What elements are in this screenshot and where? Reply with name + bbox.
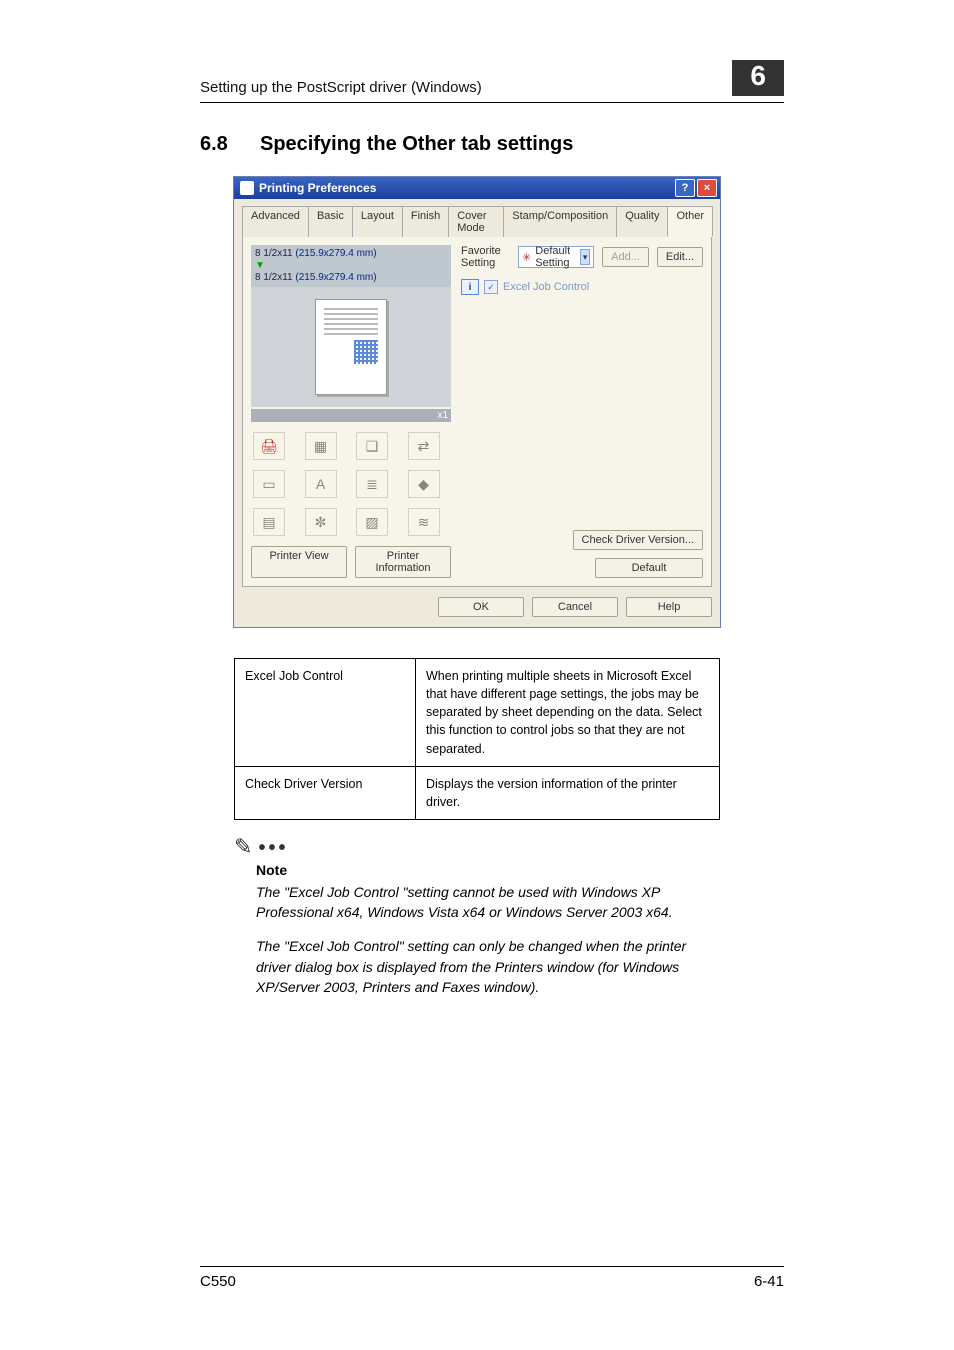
section-title-text: Specifying the Other tab settings bbox=[260, 133, 573, 155]
cancel-button[interactable]: Cancel bbox=[532, 597, 618, 617]
excel-job-control-checkbox[interactable]: ✓ bbox=[484, 280, 498, 294]
printing-preferences-dialog: Printing Preferences ? × Advanced Basic … bbox=[233, 176, 721, 628]
page-preview bbox=[251, 287, 451, 407]
options-column: Favorite Setting ✳ Default Setting ▾ Add… bbox=[461, 245, 703, 578]
settings-description-table: Excel Job Control When printing multiple… bbox=[234, 658, 720, 820]
chevron-down-icon: ▾ bbox=[580, 249, 590, 265]
note-block: ✎ ••• Note The "Excel Job Control "setti… bbox=[234, 834, 720, 997]
info-icon[interactable]: i bbox=[461, 279, 479, 295]
note-paragraph: The "Excel Job Control" setting can only… bbox=[256, 936, 720, 997]
paper-thumbnail bbox=[315, 299, 387, 395]
ok-button[interactable]: OK bbox=[438, 597, 524, 617]
section-heading: 6.8Specifying the Other tab settings bbox=[0, 133, 954, 156]
app-icon bbox=[240, 181, 254, 195]
note-label: Note bbox=[256, 862, 720, 878]
pages-icon: ❏ bbox=[356, 432, 388, 460]
table-row: Excel Job Control When printing multiple… bbox=[235, 659, 720, 767]
tab-layout[interactable]: Layout bbox=[352, 206, 403, 237]
tab-other[interactable]: Other bbox=[667, 206, 713, 237]
footer-page-number: 6-41 bbox=[754, 1273, 784, 1290]
favorite-setting-label: Favorite Setting bbox=[461, 245, 510, 269]
duplex-icon: ⇄ bbox=[408, 432, 440, 460]
titlebar-help-button[interactable]: ? bbox=[675, 179, 695, 197]
titlebar-close-button[interactable]: × bbox=[697, 179, 717, 197]
note-dots-icon: ••• bbox=[258, 837, 288, 860]
zoom-indicator: x1 bbox=[251, 409, 451, 422]
footer-model: C550 bbox=[200, 1273, 236, 1290]
cell-setting-desc: Displays the version information of the … bbox=[416, 766, 720, 819]
feature-icon-grid: 🖨 ▦ ❏ ⇄ ▭ A ≣ ◆ ▤ ✼ ▨ ≋ bbox=[251, 430, 451, 538]
layout-icon: ▦ bbox=[305, 432, 337, 460]
tab-basic[interactable]: Basic bbox=[308, 206, 353, 237]
gear-icon: ✳ bbox=[522, 251, 531, 264]
stack-icon: ≣ bbox=[356, 470, 388, 498]
chapter-number-badge: 6 bbox=[732, 60, 784, 96]
preview-column: 8 1/2x11 (215.9x279.4 mm) ▼ 8 1/2x11 (21… bbox=[251, 245, 451, 578]
cell-setting-name: Excel Job Control bbox=[235, 659, 416, 767]
tab-panel-other: 8 1/2x11 (215.9x279.4 mm) ▼ 8 1/2x11 (21… bbox=[242, 237, 712, 587]
excel-job-control-label: Excel Job Control bbox=[503, 281, 589, 293]
settings-icon: ≋ bbox=[408, 508, 440, 536]
note-paragraph: The "Excel Job Control "setting cannot b… bbox=[256, 882, 720, 923]
running-header: Setting up the PostScript driver (Window… bbox=[200, 79, 482, 96]
stamp-icon: ✼ bbox=[305, 508, 337, 536]
tab-stamp-composition[interactable]: Stamp/Composition bbox=[503, 206, 617, 237]
tab-advanced[interactable]: Advanced bbox=[242, 206, 309, 237]
preview-size-info: 8 1/2x11 (215.9x279.4 mm) ▼ 8 1/2x11 (21… bbox=[251, 245, 451, 287]
tab-quality[interactable]: Quality bbox=[616, 206, 668, 237]
printer-information-button[interactable]: Printer Information bbox=[355, 546, 451, 578]
arrow-down-icon: ▼ bbox=[255, 261, 447, 271]
printer-view-button[interactable]: Printer View bbox=[251, 546, 347, 578]
add-button[interactable]: Add... bbox=[602, 247, 649, 267]
section-number: 6.8 bbox=[200, 133, 260, 156]
note-hand-icon: ✎ bbox=[234, 834, 252, 860]
dialog-titlebar[interactable]: Printing Preferences ? × bbox=[234, 177, 720, 199]
favorite-setting-value: Default Setting bbox=[535, 245, 576, 269]
check-driver-version-button[interactable]: Check Driver Version... bbox=[573, 530, 703, 550]
edit-button[interactable]: Edit... bbox=[657, 247, 703, 267]
printer-icon: 🖨 bbox=[253, 432, 285, 460]
default-button[interactable]: Default bbox=[595, 558, 703, 578]
text-icon: A bbox=[305, 470, 337, 498]
favorite-setting-dropdown[interactable]: ✳ Default Setting ▾ bbox=[518, 246, 594, 268]
header-rule bbox=[200, 102, 784, 103]
cell-setting-desc: When printing multiple sheets in Microso… bbox=[416, 659, 720, 767]
help-button[interactable]: Help bbox=[626, 597, 712, 617]
overlay-icon: ▨ bbox=[356, 508, 388, 536]
color-icon: ◆ bbox=[408, 470, 440, 498]
tab-cover-mode[interactable]: Cover Mode bbox=[448, 206, 504, 237]
tab-strip: Advanced Basic Layout Finish Cover Mode … bbox=[242, 205, 712, 237]
footer-rule bbox=[200, 1266, 784, 1267]
cell-setting-name: Check Driver Version bbox=[235, 766, 416, 819]
tab-finish[interactable]: Finish bbox=[402, 206, 449, 237]
booklet-icon: ▭ bbox=[253, 470, 285, 498]
calendar-icon bbox=[354, 340, 378, 364]
list-icon: ▤ bbox=[253, 508, 285, 536]
dialog-title: Printing Preferences bbox=[259, 181, 376, 195]
table-row: Check Driver Version Displays the versio… bbox=[235, 766, 720, 819]
